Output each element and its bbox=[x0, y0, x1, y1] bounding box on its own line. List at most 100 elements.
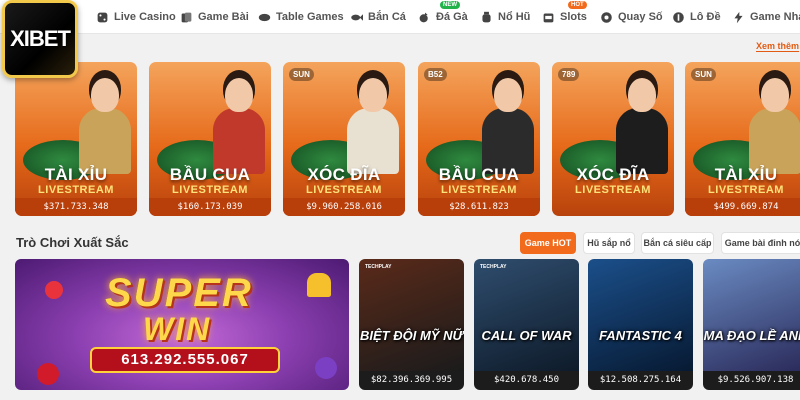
livestream-label: LIVESTREAM bbox=[172, 184, 248, 196]
nav-label: Slots bbox=[560, 11, 587, 23]
provider-logo: 789 bbox=[558, 68, 580, 81]
game-name: XÓC ĐĨA bbox=[307, 165, 381, 184]
game-title: CALL OF WAR bbox=[481, 328, 572, 343]
nav-live-casino[interactable]: Live Casino bbox=[96, 0, 176, 34]
table-games-icon bbox=[258, 13, 271, 21]
jackpot-value: $9.526.907.138 bbox=[703, 371, 800, 390]
site-logo[interactable]: XIBET bbox=[2, 0, 78, 78]
nav-ban-ca[interactable]: Bắn Cá bbox=[350, 0, 406, 34]
game-tile[interactable]: TECHPLAY CALL OF WAR $420.678.450 bbox=[474, 259, 579, 390]
game-name: BẦU CUA bbox=[438, 165, 520, 184]
jackpot-value: $28.611.823 bbox=[418, 198, 540, 216]
nav-label: Lô Đề bbox=[690, 11, 721, 23]
cherry-icon bbox=[37, 363, 59, 385]
cards-icon bbox=[181, 12, 192, 22]
nav-label: Bắn Cá bbox=[368, 11, 406, 23]
nav-game-bai[interactable]: Game Bài bbox=[180, 0, 249, 34]
nav-label: Game Bài bbox=[198, 11, 249, 23]
section-featured-title: Trò Chơi Xuất Sắc bbox=[16, 235, 129, 250]
nav-no-hu[interactable]: Nổ Hũ bbox=[480, 0, 530, 34]
lottery-ball-icon bbox=[601, 11, 612, 23]
win-text: WIN bbox=[143, 311, 212, 347]
game-art bbox=[703, 259, 800, 371]
nav-label: Live Casino bbox=[114, 11, 176, 23]
game-name: XÓC ĐĨA bbox=[576, 165, 650, 184]
game-tile[interactable]: MA ĐẠO LỀ ANH $9.526.907.138 bbox=[703, 259, 800, 390]
fish-icon bbox=[351, 13, 363, 21]
dealer-image bbox=[79, 78, 131, 174]
live-game-card[interactable]: B52 BẦU CUA LIVESTREAM $28.611.823 bbox=[418, 62, 540, 216]
livestream-label: LIVESTREAM bbox=[708, 184, 784, 196]
nav-table-games[interactable]: Table Games bbox=[258, 0, 344, 34]
dealer-image bbox=[347, 78, 399, 174]
game-title: FANTASTIC 4 bbox=[599, 328, 682, 343]
live-game-card[interactable]: 789 XÓC ĐĨA LIVESTREAM bbox=[552, 62, 674, 216]
tab-game-hot[interactable]: Game HOT bbox=[520, 232, 576, 254]
nav-label: Quay Số bbox=[618, 11, 663, 23]
game-name: TÀI XỈU bbox=[714, 165, 778, 184]
live-game-card[interactable]: SUN TÀI XỈU LIVESTREAM $499.669.874 bbox=[685, 62, 800, 216]
game-art bbox=[474, 259, 579, 371]
super-win-banner[interactable]: SUPER WIN 613.292.555.067 bbox=[15, 259, 349, 390]
game-art bbox=[588, 259, 693, 371]
livestream-label: LIVESTREAM bbox=[38, 184, 114, 196]
tab-game-bai-dinh-noc[interactable]: Game bài đỉnh nóc bbox=[721, 232, 800, 254]
rooster-icon bbox=[419, 12, 428, 22]
provider-label: TECHPLAY bbox=[365, 264, 392, 270]
game-art bbox=[359, 259, 464, 371]
bell-icon bbox=[307, 273, 331, 297]
jar-icon bbox=[482, 11, 491, 22]
jackpot-value: $9.960.258.016 bbox=[283, 198, 405, 216]
provider-logo: SUN bbox=[691, 68, 716, 81]
jackpot-value: $371.733.348 bbox=[15, 198, 137, 216]
super-win-jackpot: 613.292.555.067 bbox=[90, 347, 280, 373]
jackpot-value: $160.173.039 bbox=[149, 198, 271, 216]
game-name: BẦU CUA bbox=[169, 165, 251, 184]
nav-label: Table Games bbox=[276, 11, 344, 23]
slot-machine-icon bbox=[543, 12, 554, 22]
dealer-image bbox=[213, 78, 265, 174]
jackpot-value: $499.669.874 bbox=[685, 198, 800, 216]
super-text: SUPER bbox=[105, 271, 253, 315]
livestream-label: LIVESTREAM bbox=[306, 184, 382, 196]
jackpot-value: $82.396.369.995 bbox=[359, 371, 464, 390]
dealer-image bbox=[482, 78, 534, 174]
livestream-label: LIVESTREAM bbox=[575, 184, 651, 196]
strawberry-icon bbox=[45, 281, 63, 299]
nav-lo-de[interactable]: Lô Đề bbox=[672, 0, 721, 34]
nav-game-nhanh[interactable]: Game Nhan bbox=[732, 0, 800, 34]
game-title: BIỆT ĐỘI MỸ NỮ bbox=[360, 328, 463, 343]
nav-quay-so[interactable]: Quay Số bbox=[600, 0, 663, 34]
provider-logo: SUN bbox=[289, 68, 314, 81]
tab-ban-ca-sieu-cap[interactable]: Bắn cá siêu cấp bbox=[641, 232, 714, 254]
nav-label: Game Nhan bbox=[750, 11, 800, 23]
game-tile[interactable]: TECHPLAY BIỆT ĐỘI MỸ NỮ $82.396.369.995 bbox=[359, 259, 464, 390]
logo-text: XIBET bbox=[10, 26, 71, 51]
nav-label: Nổ Hũ bbox=[498, 11, 531, 23]
jackpot-value: $420.678.450 bbox=[474, 371, 579, 390]
game-tile[interactable]: FANTASTIC 4 $12.508.275.164 bbox=[588, 259, 693, 390]
dice-icon bbox=[97, 12, 108, 22]
live-game-card[interactable]: BẦU CUA LIVESTREAM $160.173.039 bbox=[149, 62, 271, 216]
top-navbar: Live Casino Game Bài Table Games Bắn Cá … bbox=[0, 0, 800, 34]
number-icon bbox=[673, 11, 684, 23]
nav-slots[interactable]: HOT Slots bbox=[542, 0, 587, 34]
live-game-card[interactable]: SUN XÓC ĐĨA LIVESTREAM $9.960.258.016 bbox=[283, 62, 405, 216]
tab-hu-sap-no[interactable]: Hũ sắp nổ bbox=[583, 232, 635, 254]
nav-label: Đá Gà bbox=[436, 11, 468, 23]
bolt-icon bbox=[734, 11, 743, 23]
jackpot-value: $12.508.275.164 bbox=[588, 371, 693, 390]
hot-badge: HOT bbox=[568, 1, 587, 9]
nav-da-ga[interactable]: NEW Đá Gà bbox=[418, 0, 468, 34]
dealer-image bbox=[616, 78, 668, 174]
live-game-card[interactable]: TÀI XỈU LIVESTREAM $371.733.348 bbox=[15, 62, 137, 216]
see-all-link[interactable]: Xem thêm bbox=[756, 41, 800, 52]
game-title: MA ĐẠO LỀ ANH bbox=[703, 328, 800, 343]
provider-label: TECHPLAY bbox=[480, 264, 507, 270]
grape-icon bbox=[315, 357, 337, 379]
game-name: TÀI XỈU bbox=[44, 165, 108, 184]
dealer-image bbox=[749, 78, 800, 174]
livestream-label: LIVESTREAM bbox=[441, 184, 517, 196]
provider-logo: B52 bbox=[424, 68, 447, 81]
new-badge: NEW bbox=[440, 1, 460, 9]
